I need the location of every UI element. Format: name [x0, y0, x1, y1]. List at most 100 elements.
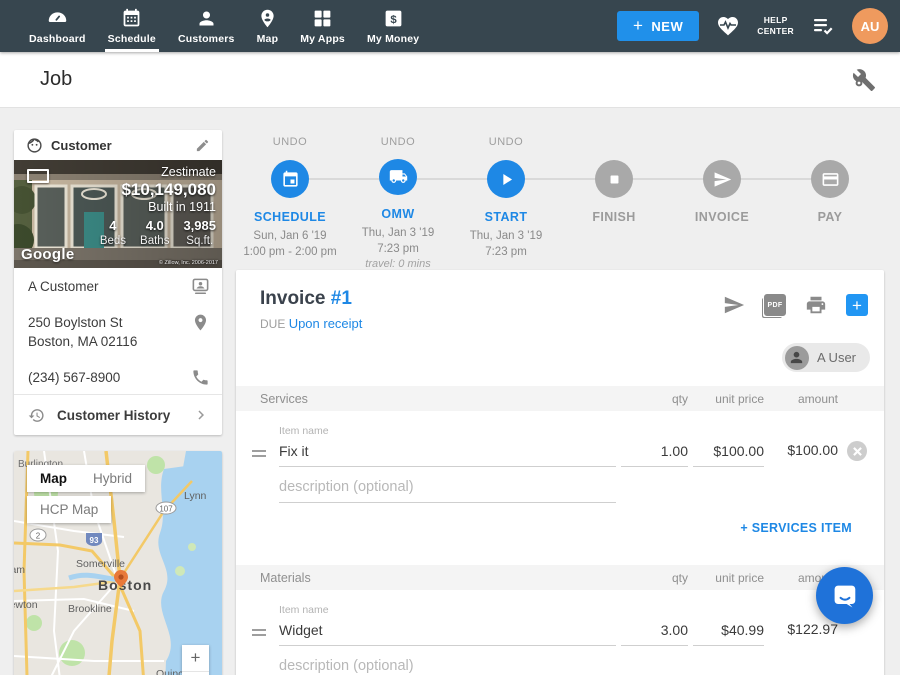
step-label[interactable]: START	[485, 210, 528, 224]
chat-launcher-button[interactable]	[816, 567, 873, 624]
print-icon[interactable]	[805, 294, 827, 316]
map-zoom-out-button[interactable]: −	[182, 671, 209, 675]
nav-item-schedule[interactable]: Schedule	[97, 0, 167, 52]
step-label[interactable]: PAY	[818, 210, 843, 224]
nav-utilities: + NEW HELP CENTER AU	[617, 0, 900, 52]
step-label[interactable]: INVOICE	[695, 210, 749, 224]
pay-step-button[interactable]	[811, 160, 849, 198]
undo-schedule-button[interactable]: UNDO	[273, 130, 307, 160]
unit-price-header: unit price	[693, 571, 764, 585]
timeline-step-invoice: INVOICE	[668, 130, 776, 270]
dashboard-icon	[47, 8, 68, 29]
start-step-button[interactable]	[487, 160, 525, 198]
omw-step-button[interactable]	[379, 159, 417, 195]
undo-start-button[interactable]: UNDO	[489, 130, 523, 160]
task-list-icon[interactable]	[811, 14, 835, 38]
service-qty-input[interactable]	[621, 441, 688, 467]
services-section-title: Services	[250, 392, 616, 406]
pdf-icon[interactable]: PDF	[764, 294, 786, 316]
streetview-toggle-icon[interactable]	[27, 169, 49, 183]
health-heart-icon[interactable]	[716, 14, 740, 38]
beds-label: Beds	[100, 235, 126, 247]
materials-header: Materials qty unit price amount	[236, 565, 884, 590]
new-button[interactable]: + NEW	[617, 11, 699, 41]
customers-icon	[196, 8, 217, 29]
new-button-label: NEW	[651, 19, 683, 34]
route-2-badge: 2	[36, 532, 41, 541]
invoice-header: Invoice #1 DUE Upon receipt PDF +	[236, 270, 884, 341]
nav-item-map[interactable]: Map	[246, 0, 290, 52]
customer-name: A Customer	[28, 277, 99, 297]
add-invoice-item-button[interactable]: +	[846, 294, 868, 316]
hcp-map-button[interactable]: HCP Map	[27, 496, 111, 523]
help-center-button[interactable]: HELP CENTER	[757, 15, 794, 36]
invoice-number: #1	[331, 288, 352, 309]
service-item-name-input[interactable]	[279, 441, 616, 467]
nav-label: Schedule	[108, 33, 156, 45]
step-label[interactable]: OMW	[381, 207, 414, 221]
send-invoice-icon[interactable]	[723, 294, 745, 316]
service-unit-price-input[interactable]	[693, 441, 764, 467]
customer-address-row: 250 Boylston StBoston, MA 02116	[14, 304, 222, 359]
service-description-row	[236, 477, 884, 503]
map-label-somerville: Somerville	[76, 558, 125, 570]
drag-handle[interactable]	[250, 629, 274, 646]
step-label[interactable]: SCHEDULE	[254, 210, 326, 224]
amount-header: amount	[769, 392, 838, 406]
drag-handle[interactable]	[250, 450, 274, 467]
plus-icon: +	[633, 16, 643, 36]
finish-step-button[interactable]	[595, 160, 633, 198]
due-terms-link[interactable]: Upon receipt	[289, 316, 363, 331]
map-zoom-in-button[interactable]: +	[182, 645, 209, 671]
zestimate-label: Zestimate	[161, 165, 216, 179]
route-107-badge: 107	[159, 505, 173, 514]
user-avatar[interactable]: AU	[852, 8, 888, 44]
material-item-name-input[interactable]	[279, 620, 616, 646]
service-description-input[interactable]	[279, 477, 616, 503]
money-icon: $	[383, 8, 404, 29]
edit-pencil-icon[interactable]	[195, 138, 210, 153]
contact-card-icon[interactable]	[191, 277, 210, 296]
customer-card-header: Customer	[14, 130, 222, 160]
left-column: Customer	[14, 130, 222, 675]
step-label[interactable]: FINISH	[592, 210, 635, 224]
customer-phone-row: (234) 567-8900	[14, 359, 222, 395]
svg-text:$: $	[390, 13, 397, 25]
material-unit-price-input[interactable]	[693, 620, 764, 646]
phone-icon[interactable]	[191, 368, 210, 387]
nav-item-my-apps[interactable]: My Apps	[289, 0, 356, 52]
sqft-value: 3,985	[183, 218, 216, 233]
due-label: DUE	[260, 317, 285, 331]
item-name-label: Item name	[279, 425, 616, 437]
material-description-input[interactable]	[279, 656, 616, 675]
address-line1: 250 Boylston St	[28, 315, 123, 330]
assigned-user-chip[interactable]: A User	[782, 343, 870, 372]
map-label-brookline: Brookline	[68, 603, 112, 615]
assigned-user-name: A User	[817, 350, 856, 365]
customer-face-icon	[26, 137, 43, 154]
material-qty-input[interactable]	[621, 620, 688, 646]
step-date: Thu, Jan 3 '19	[362, 227, 435, 239]
map-type-map-button[interactable]: Map	[27, 465, 80, 492]
truck-icon	[389, 167, 408, 186]
baths-label: Baths	[140, 235, 169, 247]
top-nav: Dashboard Schedule Customers Map My Apps…	[0, 0, 900, 52]
job-tools-icon[interactable]	[852, 68, 876, 92]
step-date: Thu, Jan 3 '19	[470, 230, 543, 242]
nav-item-my-money[interactable]: $ My Money	[356, 0, 430, 52]
material-amount: $122.97	[769, 621, 838, 646]
step-time: 1:00 pm - 2:00 pm	[243, 246, 336, 258]
location-pin-icon[interactable]	[191, 313, 210, 332]
map-label-waltham: Waltham	[14, 564, 25, 576]
map-type-hybrid-button[interactable]: Hybrid	[80, 465, 145, 492]
nav-item-customers[interactable]: Customers	[167, 0, 246, 52]
add-services-item-link[interactable]: + SERVICES ITEM	[740, 521, 852, 535]
invoice-actions: PDF +	[723, 288, 868, 331]
nav-item-dashboard[interactable]: Dashboard	[18, 0, 97, 52]
customer-history-row[interactable]: Customer History	[14, 394, 222, 435]
remove-service-item-button[interactable]	[847, 441, 867, 461]
timeline-step-start: UNDO START Thu, Jan 3 '197:23 pm	[452, 130, 560, 270]
invoice-step-button[interactable]	[703, 160, 741, 198]
undo-omw-button[interactable]: UNDO	[381, 130, 415, 159]
schedule-step-button[interactable]	[271, 160, 309, 198]
